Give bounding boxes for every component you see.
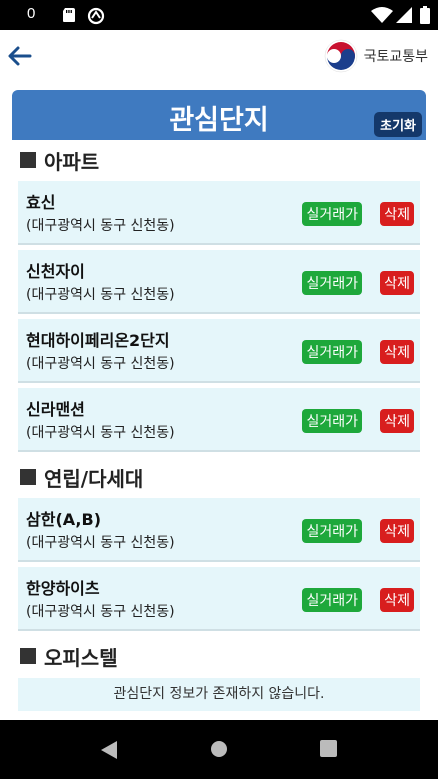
- nav-back-icon[interactable]: [100, 740, 118, 760]
- ministry-brand: 국토교통부: [324, 39, 428, 73]
- complex-name: 신천자이: [26, 262, 85, 281]
- list-item: 효신 (대구광역시 동구 신천동) 실거래가 삭제: [18, 181, 420, 245]
- list-item: 신라맨션 (대구광역시 동구 신천동) 실거래가 삭제: [18, 388, 420, 452]
- list-item: 한양하이츠 (대구광역시 동구 신천동) 실거래가 삭제: [18, 567, 420, 631]
- square-bullet-icon: [20, 469, 36, 485]
- square-bullet-icon: [20, 152, 36, 168]
- status-bar: 0: [0, 0, 438, 30]
- square-bullet-icon: [20, 648, 36, 664]
- section-heading-label: 연립/다세대: [44, 466, 144, 491]
- real-price-button[interactable]: 실거래가: [302, 588, 362, 612]
- delete-button[interactable]: 삭제: [380, 519, 414, 543]
- real-price-button[interactable]: 실거래가: [302, 409, 362, 433]
- wifi-icon: [371, 7, 393, 23]
- brand-text: 국토교통부: [363, 49, 428, 65]
- system-nav-bar: [0, 720, 438, 779]
- complex-address: (대구광역시 동구 신천동): [26, 356, 175, 372]
- list-item: 현대하이페리온2단지 (대구광역시 동구 신천동) 실거래가 삭제: [18, 319, 420, 383]
- nav-recents-icon[interactable]: [320, 740, 337, 757]
- delete-button[interactable]: 삭제: [380, 202, 414, 226]
- section-heading-officetel: 오피스텔: [20, 643, 118, 670]
- delete-button[interactable]: 삭제: [380, 340, 414, 364]
- complex-name: 한양하이츠: [26, 579, 100, 598]
- app-header: 국토교통부: [0, 30, 438, 84]
- complex-address: (대구광역시 동구 신천동): [26, 218, 175, 234]
- reset-button[interactable]: 초기화: [374, 112, 422, 137]
- signal-icon: [396, 7, 412, 23]
- delete-button[interactable]: 삭제: [380, 588, 414, 612]
- section-heading-label: 오피스텔: [44, 645, 118, 670]
- section-heading-villa: 연립/다세대: [20, 464, 144, 491]
- complex-name: 현대하이페리온2단지: [26, 331, 170, 350]
- data-saver-icon: [87, 7, 105, 25]
- complex-name: 효신: [26, 193, 56, 212]
- taegeuk-logo-icon: [324, 39, 357, 73]
- real-price-button[interactable]: 실거래가: [302, 340, 362, 364]
- delete-button[interactable]: 삭제: [380, 271, 414, 295]
- complex-address: (대구광역시 동구 신천동): [26, 604, 175, 620]
- complex-name: 신라맨션: [26, 400, 85, 419]
- section-heading-label: 아파트: [44, 149, 100, 174]
- content-area: 관심단지 초기화 아파트 효신 (대구광역시 동구 신천동) 실거래가 삭제 신…: [0, 84, 438, 720]
- sd-card-icon: [63, 8, 75, 22]
- list-item: 삼한(A,B) (대구광역시 동구 신천동) 실거래가 삭제: [18, 498, 420, 562]
- status-clock: 0: [27, 5, 36, 22]
- complex-address: (대구광역시 동구 신천동): [26, 425, 175, 441]
- battery-icon: [420, 6, 430, 24]
- complex-name: 삼한(A,B): [26, 510, 102, 529]
- page-title: 관심단지: [169, 105, 269, 136]
- list-item: 신천자이 (대구광역시 동구 신천동) 실거래가 삭제: [18, 250, 420, 314]
- complex-address: (대구광역시 동구 신천동): [26, 535, 175, 551]
- real-price-button[interactable]: 실거래가: [302, 202, 362, 226]
- empty-message: 관심단지 정보가 존재하지 않습니다.: [18, 678, 420, 711]
- back-arrow-icon[interactable]: [6, 42, 34, 70]
- nav-home-icon[interactable]: [210, 740, 228, 758]
- delete-button[interactable]: 삭제: [380, 409, 414, 433]
- section-heading-apartment: 아파트: [20, 147, 100, 174]
- real-price-button[interactable]: 실거래가: [302, 271, 362, 295]
- real-price-button[interactable]: 실거래가: [302, 519, 362, 543]
- title-bar: 관심단지 초기화: [12, 90, 426, 140]
- complex-address: (대구광역시 동구 신천동): [26, 287, 175, 303]
